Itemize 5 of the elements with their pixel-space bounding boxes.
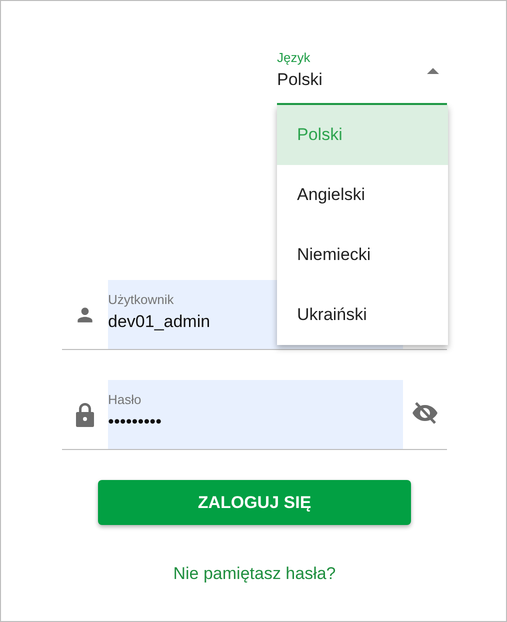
hidden-eye-icon[interactable] [411, 400, 439, 424]
language-option[interactable]: Angielski [277, 165, 448, 225]
forgot-password-link[interactable]: Nie pamiętasz hasła? [173, 564, 336, 583]
password-field[interactable]: Hasło ••••••••• [108, 380, 403, 449]
lock-icon [74, 402, 96, 428]
